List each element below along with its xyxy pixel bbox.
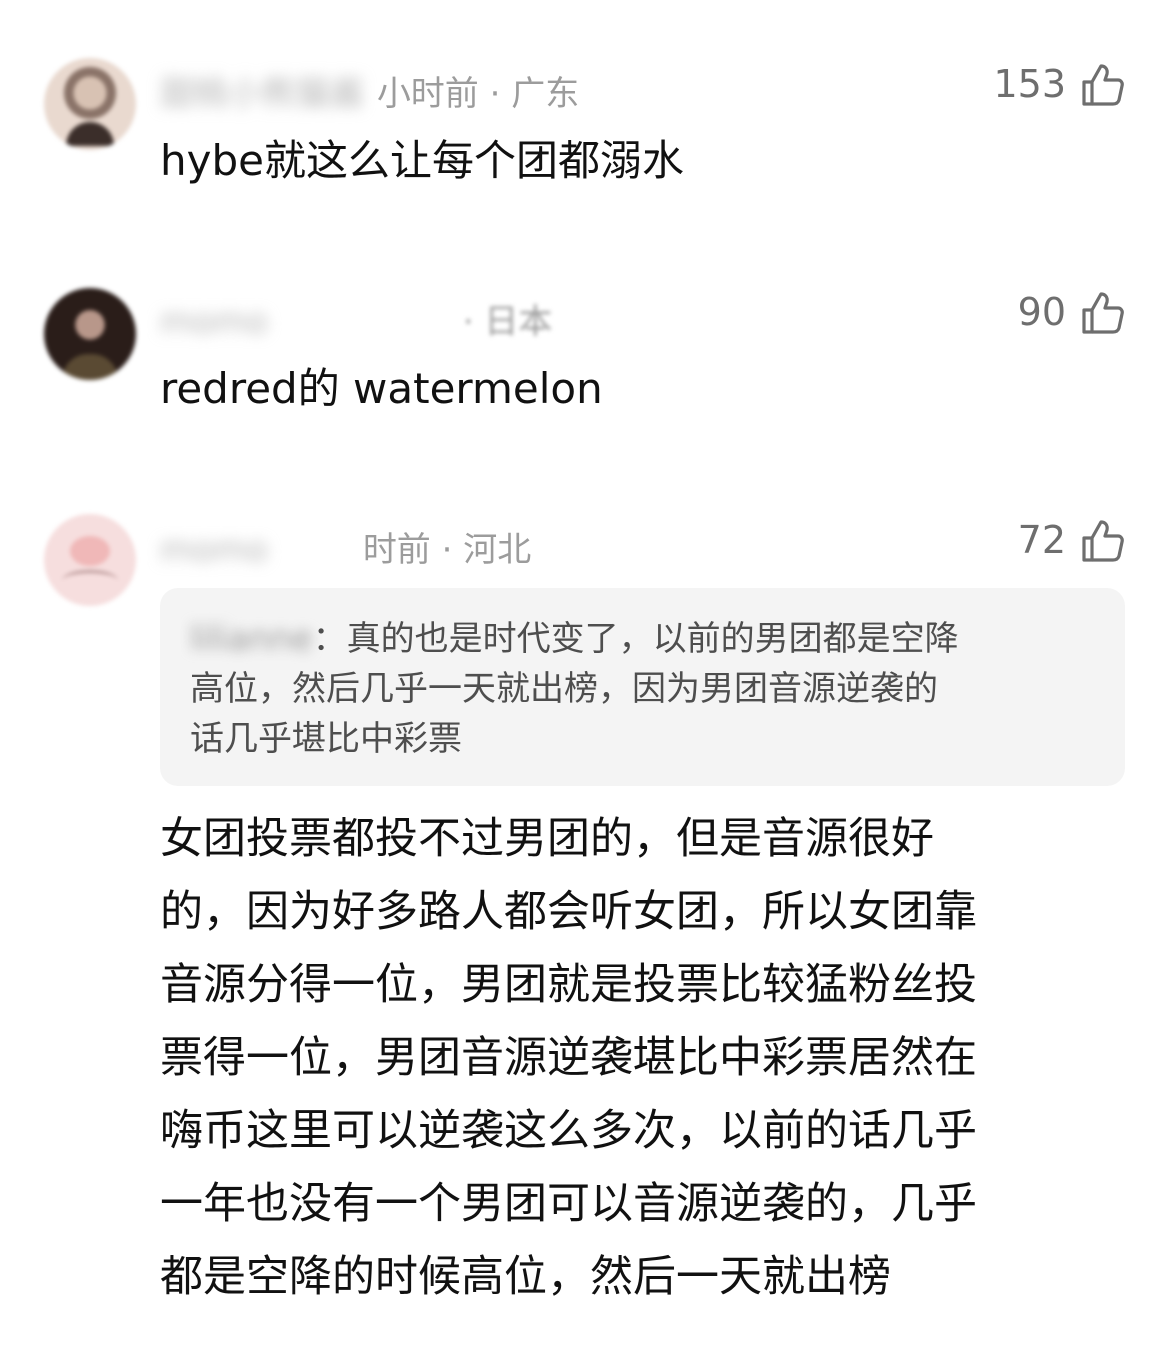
thumbs-up-icon	[1082, 64, 1124, 106]
comment-meta: momo 时前 · 河北	[160, 522, 531, 571]
like-count: 90	[1017, 290, 1066, 334]
thumbs-up-icon	[1082, 520, 1124, 562]
comment-text-line: 都是空降的时候高位，然后一天就出榜	[160, 1252, 891, 1302]
like-button[interactable]: 72	[1018, 516, 1126, 564]
comment-text-line: 票得一位，男团音源逆袭堪比中彩票居然在	[160, 1033, 977, 1083]
comment-meta: 甜桃小熊猫酱 小时前 · 广东	[160, 66, 579, 115]
comment-text-line: 女团投票都投不过男团的，但是音源很好	[160, 814, 934, 864]
like-count: 72	[1017, 518, 1066, 562]
thumbs-up-icon	[1082, 292, 1124, 334]
avatar[interactable]	[44, 514, 136, 606]
comment-text-line: 嗨币这里可以逆袭这么多次，以前的话几乎	[160, 1106, 977, 1156]
avatar[interactable]	[44, 288, 136, 380]
like-button[interactable]: 90	[1018, 288, 1126, 336]
quote-username[interactable]: lilianne	[190, 614, 313, 664]
like-count: 153	[993, 62, 1066, 106]
comment-text: redred的 watermelon	[160, 364, 603, 413]
username[interactable]: momo	[160, 302, 450, 342]
comment-text-line: 一年也没有一个男团可以音源逆袭的，几乎	[160, 1179, 977, 1229]
quote-line: 高位，然后几乎一天就出榜，因为男团音源逆袭的	[190, 669, 938, 709]
quote-line: lilianne：真的也是时代变了，以前的男团都是空降	[190, 614, 1095, 664]
time-location: · 日本	[462, 302, 553, 342]
quote-line: 话几乎堪比中彩票	[190, 719, 462, 759]
time-location: 小时前 · 广东	[376, 74, 580, 114]
username[interactable]: momo	[160, 530, 350, 570]
quote-text: ：真的也是时代变了，以前的男团都是空降	[312, 619, 959, 659]
comment-text-line: 的，因为好多路人都会听女团，所以女团靠	[160, 887, 977, 937]
quoted-reply[interactable]: lilianne：真的也是时代变了，以前的男团都是空降 高位，然后几乎一天就出榜…	[160, 588, 1125, 786]
comment-meta: momo · 日本	[160, 294, 552, 343]
avatar[interactable]	[44, 58, 136, 150]
comment-text-line: 音源分得一位，男团就是投票比较猛粉丝投	[160, 960, 977, 1010]
username[interactable]: 甜桃小熊猫酱	[160, 66, 364, 115]
comment-text: 女团投票都投不过男团的，但是音源很好 的，因为好多路人都会听女团，所以女团靠 音…	[160, 803, 1120, 1314]
time-location: 时前 · 河北	[362, 530, 532, 570]
like-button[interactable]: 153	[993, 60, 1126, 108]
comment-text: hybe就这么让每个团都溺水	[160, 136, 684, 185]
